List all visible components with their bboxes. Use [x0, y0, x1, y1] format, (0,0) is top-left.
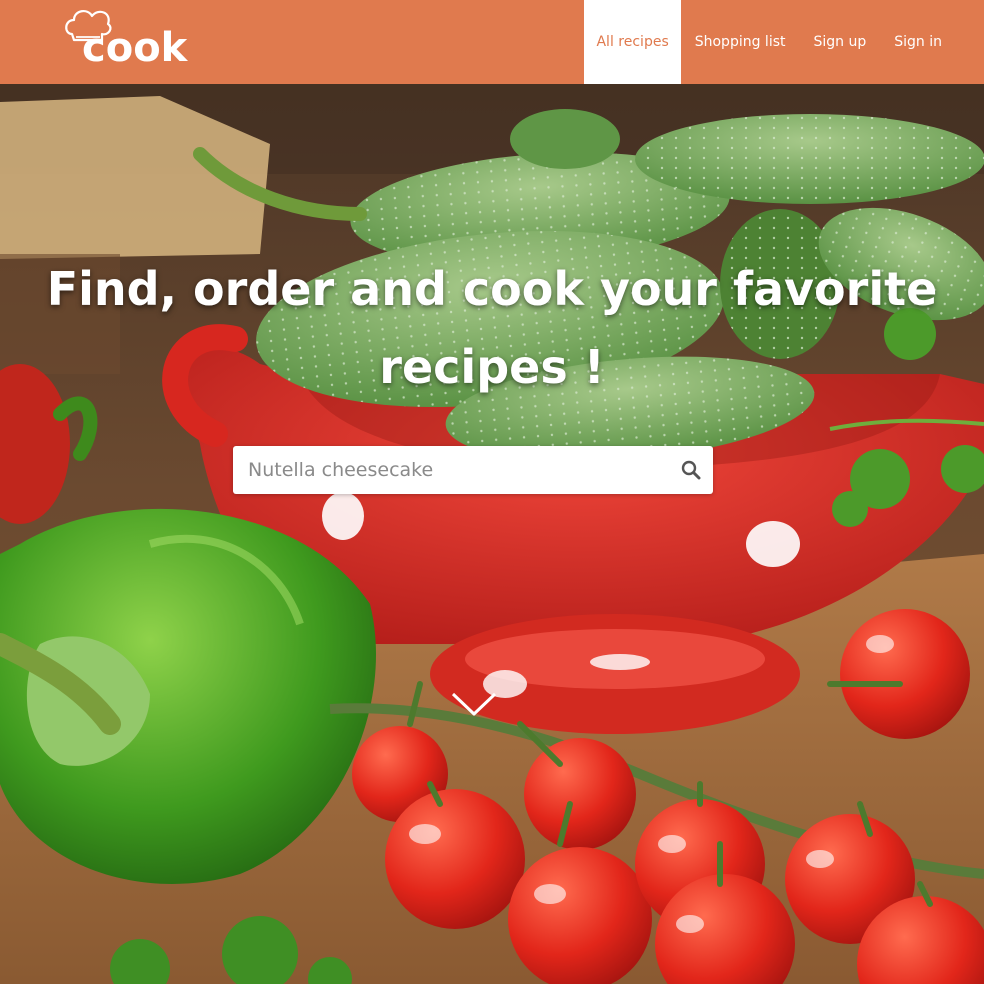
search-button[interactable] — [679, 458, 703, 482]
navbar: cook All recipes Shopping list Sign up S… — [0, 0, 984, 84]
nav-shopping-list[interactable]: Shopping list — [681, 0, 800, 84]
logo-text: cook — [82, 25, 188, 71]
hero-headline: Find, order and cook your favorite recip… — [0, 250, 984, 406]
logo[interactable]: cook — [62, 4, 187, 76]
nav-sign-up[interactable]: Sign up — [800, 0, 881, 84]
hero-headline-line2: recipes ! — [379, 340, 605, 394]
chevron-down-icon[interactable] — [451, 692, 497, 716]
hero-headline-line1: Find, order and cook your favorite — [46, 262, 938, 316]
nav-sign-in[interactable]: Sign in — [880, 0, 956, 84]
search-icon — [681, 460, 701, 480]
main-nav: All recipes Shopping list Sign up Sign i… — [584, 0, 956, 84]
recipe-search — [233, 446, 713, 494]
nav-all-recipes[interactable]: All recipes — [584, 0, 681, 84]
search-input[interactable] — [233, 446, 663, 494]
hero-background-image — [0, 84, 984, 984]
hero-section: Find, order and cook your favorite recip… — [0, 84, 984, 984]
